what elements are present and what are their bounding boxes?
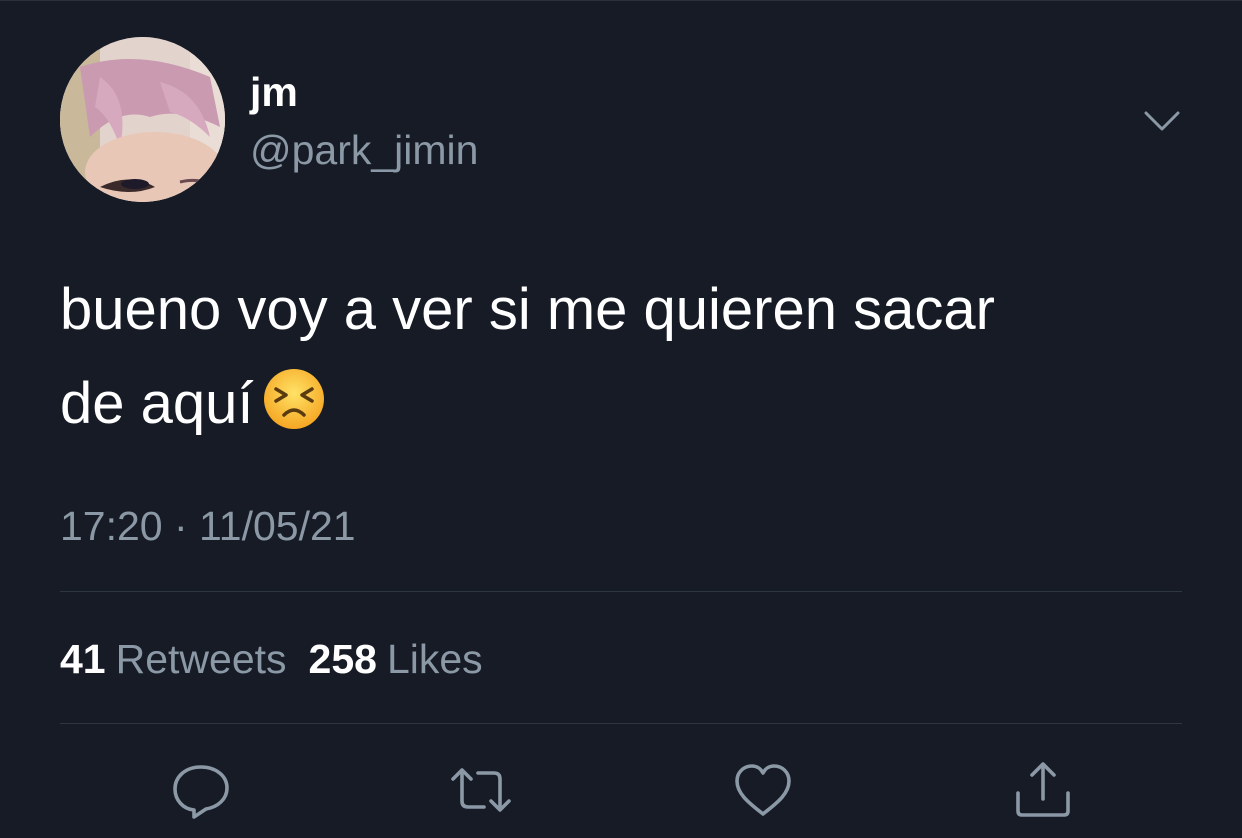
divider (60, 591, 1182, 592)
like-icon[interactable] (732, 759, 794, 821)
tweet-text-line: de aquí (60, 357, 1180, 451)
reply-icon[interactable] (170, 759, 232, 821)
display-name[interactable]: jm (250, 67, 298, 117)
tweet-stats: 41 Retweets 258 Likes (60, 634, 483, 684)
retweets-count: 41 (60, 636, 106, 682)
tweet-text: bueno voy a ver si me quieren sacar de a… (60, 263, 1180, 451)
avatar[interactable] (60, 37, 225, 202)
retweets-stat[interactable]: 41 Retweets (60, 636, 287, 682)
tweet-detail-page: jm @park_jimin bueno voy a ver si me qui… (0, 0, 1242, 838)
likes-label: Likes (386, 636, 483, 682)
user-handle[interactable]: @park_jimin (250, 125, 478, 175)
chevron-down-icon[interactable] (1140, 101, 1184, 141)
tweet-text-fragment: de aquí (60, 371, 254, 436)
divider (60, 723, 1182, 724)
likes-count: 258 (308, 636, 377, 682)
retweets-label: Retweets (115, 636, 287, 682)
share-icon[interactable] (1012, 759, 1074, 821)
tweet-text-line: bueno voy a ver si me quieren sacar (60, 277, 995, 342)
persevering-face-emoji-icon (262, 365, 326, 429)
retweet-icon[interactable] (450, 759, 512, 821)
likes-stat[interactable]: 258 Likes (309, 636, 483, 682)
tweet-timestamp[interactable]: 17:20 · 11/05/21 (60, 501, 356, 551)
